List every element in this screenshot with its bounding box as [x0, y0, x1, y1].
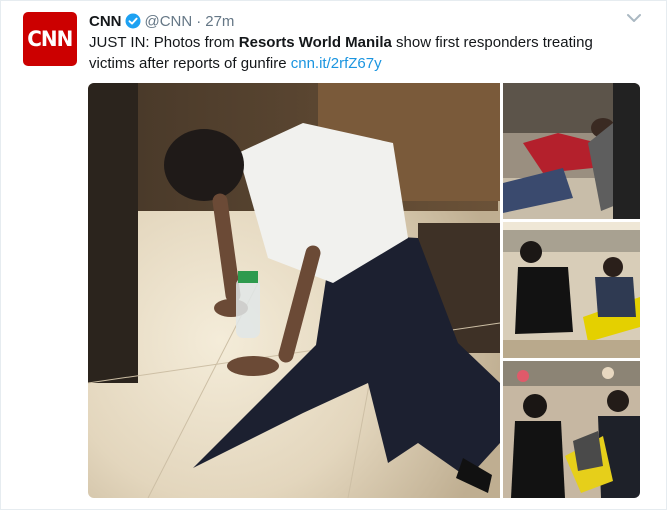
- photo-thumbnail-2[interactable]: [503, 222, 640, 358]
- author-name[interactable]: CNN: [89, 13, 122, 30]
- tweet-text: JUST IN: Photos from Resorts World Manil…: [89, 32, 629, 74]
- media-grid: [88, 83, 640, 498]
- header-separator: ·: [196, 12, 202, 30]
- chevron-down-icon[interactable]: [625, 11, 643, 25]
- photo-main[interactable]: [88, 83, 500, 498]
- tweet-text-bold: Resorts World Manila: [238, 34, 392, 51]
- tweet-card[interactable]: CNN CNN @CNN · 27m JUST IN: Photos from …: [0, 0, 667, 510]
- tweet-header: CNN @CNN · 27m: [89, 11, 234, 31]
- author-handle[interactable]: @CNN: [145, 13, 193, 30]
- avatar-logo-text: CNN: [27, 27, 73, 51]
- tweet-text-prefix: JUST IN: Photos from: [89, 34, 239, 51]
- tweet-timestamp[interactable]: 27m: [205, 13, 234, 30]
- avatar[interactable]: CNN: [23, 12, 77, 66]
- photo-thumbnail-1[interactable]: [503, 83, 640, 219]
- photo-thumbnail-3[interactable]: [503, 361, 640, 498]
- tweet-link[interactable]: cnn.it/2rfZ67y: [291, 55, 382, 72]
- verified-badge-icon: [125, 13, 141, 29]
